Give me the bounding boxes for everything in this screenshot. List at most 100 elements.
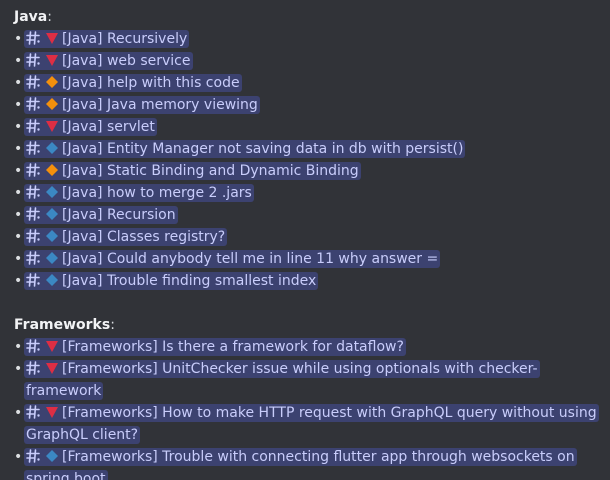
hash-thread-icon: [26, 207, 42, 221]
thread-title: [Frameworks] UnitChecker issue while usi…: [26, 361, 538, 399]
bullet: •: [14, 361, 23, 377]
section-title-text: Java: [14, 9, 48, 25]
hash-thread-icon: [26, 97, 42, 111]
thread-list-item: • [Java] Classes registry?: [14, 226, 600, 248]
thread-title: [Java] Entity Manager not saving data in…: [62, 141, 464, 157]
hash-thread-icon: [26, 251, 42, 265]
red-triangle-down-icon: [45, 405, 59, 419]
red-triangle-down-icon: [45, 361, 59, 375]
blue-diamond-icon: [45, 141, 59, 155]
section-title-colon: :: [110, 317, 115, 333]
bullet: •: [14, 163, 23, 179]
orange-diamond-icon: [45, 163, 59, 177]
hash-thread-icon: [26, 339, 42, 353]
blue-diamond-icon: [45, 251, 59, 265]
thread-list-item: • [Java] how to merge 2 .jars: [14, 182, 600, 204]
hash-thread-icon: [26, 31, 42, 45]
blue-diamond-icon: [45, 273, 59, 287]
thread-list-item: • [Java] web service: [14, 50, 600, 72]
thread-link[interactable]: [Java] Could anybody tell me in line 11 …: [24, 250, 441, 268]
bullet: •: [14, 141, 23, 157]
blue-diamond-icon: [45, 229, 59, 243]
thread-link[interactable]: [Frameworks] Is there a framework for da…: [24, 338, 406, 356]
orange-diamond-icon: [45, 97, 59, 111]
section-title-colon: :: [47, 9, 52, 25]
thread-title: [Frameworks] Trouble with connecting flu…: [26, 449, 575, 480]
blue-diamond-icon: [45, 185, 59, 199]
thread-list-item: • [Java] Static Binding and Dynamic Bindi…: [14, 160, 600, 182]
thread-list-item: • [Java] help with this code: [14, 72, 600, 94]
red-triangle-down-icon: [45, 31, 59, 45]
thread-list-item: • [Java] Recursion: [14, 204, 600, 226]
red-triangle-down-icon: [45, 339, 59, 353]
thread-link[interactable]: [Java] Recursion: [24, 206, 178, 224]
section-title-frameworks: Frameworks:: [14, 314, 610, 336]
section-title-text: Frameworks: [14, 317, 111, 333]
bullet: •: [14, 97, 23, 113]
thread-link[interactable]: [Java] Java memory viewing: [24, 96, 260, 114]
thread-list-item: • [Java] Java memory viewing: [14, 94, 600, 116]
thread-link[interactable]: [Java] help with this code: [24, 74, 242, 92]
thread-title: [Java] servlet: [62, 119, 155, 135]
bullet: •: [14, 119, 23, 135]
thread-link[interactable]: [Java] Trouble finding smallest index: [24, 272, 319, 290]
blue-diamond-icon: [45, 449, 59, 463]
thread-title: [Java] Trouble finding smallest index: [62, 273, 317, 289]
thread-link[interactable]: [Frameworks] Trouble with connecting flu…: [24, 448, 577, 480]
section-title-java: Java:: [14, 6, 610, 28]
thread-list-item: • [Java] servlet: [14, 116, 600, 138]
red-triangle-down-icon: [45, 53, 59, 67]
thread-title: [Java] help with this code: [62, 75, 240, 91]
hash-thread-icon: [26, 75, 42, 89]
bullet: •: [14, 405, 23, 421]
thread-link[interactable]: [Java] Entity Manager not saving data in…: [24, 140, 466, 158]
bullet: •: [14, 75, 23, 91]
orange-diamond-icon: [45, 75, 59, 89]
bullet: •: [14, 339, 23, 355]
thread-list-item: • [Frameworks] UnitChecker issue while us…: [14, 358, 600, 402]
red-triangle-down-icon: [45, 119, 59, 133]
thread-list-frameworks: • [Frameworks] Is there a framework for d…: [14, 336, 610, 480]
hash-thread-icon: [26, 185, 42, 199]
thread-title: [Java] Recursively: [62, 31, 188, 47]
thread-title: [Frameworks] Is there a framework for da…: [62, 339, 404, 355]
thread-link[interactable]: [Java] Static Binding and Dynamic Bindin…: [24, 162, 361, 180]
hash-thread-icon: [26, 405, 42, 419]
thread-list-item: • [Java] Recursively: [14, 28, 600, 50]
thread-link[interactable]: [Frameworks] How to make HTTP request wi…: [24, 404, 599, 444]
hash-thread-icon: [26, 141, 42, 155]
hash-thread-icon: [26, 119, 42, 133]
bullet: •: [14, 53, 23, 69]
thread-title: [Frameworks] How to make HTTP request wi…: [26, 405, 597, 443]
hash-thread-icon: [26, 361, 42, 375]
thread-link[interactable]: [Java] servlet: [24, 118, 157, 136]
thread-title: [Java] Recursion: [62, 207, 176, 223]
hash-thread-icon: [26, 229, 42, 243]
thread-link[interactable]: [Java] how to merge 2 .jars: [24, 184, 254, 202]
thread-list-item: • [Java] Entity Manager not saving data i…: [14, 138, 600, 160]
message-content: Java: • [Java] Recursively • [Java] web ser…: [0, 0, 610, 480]
bullet: •: [14, 185, 23, 201]
thread-link[interactable]: [Frameworks] UnitChecker issue while usi…: [24, 360, 540, 400]
thread-link[interactable]: [Java] web service: [24, 52, 193, 70]
hash-thread-icon: [26, 163, 42, 177]
hash-thread-icon: [26, 273, 42, 287]
bullet: •: [14, 251, 23, 267]
thread-title: [Java] Classes registry?: [62, 229, 226, 245]
thread-title: [Java] web service: [62, 53, 191, 69]
bullet: •: [14, 229, 23, 245]
thread-list-item: • [Frameworks] Trouble with connecting fl…: [14, 446, 600, 480]
thread-list-item: • [Java] Trouble finding smallest index: [14, 270, 600, 292]
thread-title: [Java] how to merge 2 .jars: [62, 185, 252, 201]
blue-diamond-icon: [45, 207, 59, 221]
bullet: •: [14, 31, 23, 47]
thread-title: [Java] Static Binding and Dynamic Bindin…: [62, 163, 359, 179]
thread-list-item: • [Frameworks] Is there a framework for d…: [14, 336, 600, 358]
thread-link[interactable]: [Java] Recursively: [24, 30, 190, 48]
thread-title: [Java] Java memory viewing: [62, 97, 258, 113]
bullet: •: [14, 449, 23, 465]
bullet: •: [14, 207, 23, 223]
thread-list-item: • [Java] Could anybody tell me in line 11…: [14, 248, 600, 270]
thread-link[interactable]: [Java] Classes registry?: [24, 228, 228, 246]
